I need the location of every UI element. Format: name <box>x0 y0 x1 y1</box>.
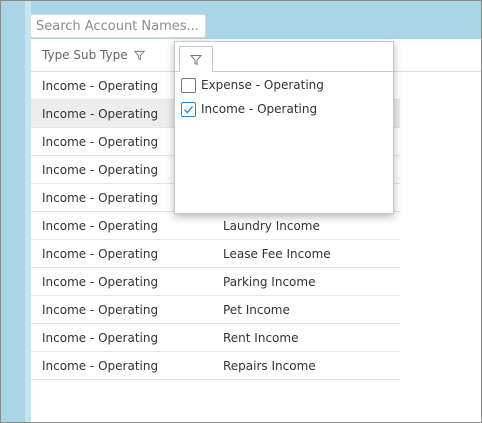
cell-account-name: Parking Income <box>223 275 316 289</box>
column-filter-popup: Expense - Operating Income - Operating <box>174 41 394 214</box>
table-row[interactable]: Income - Operating Pet Income <box>31 296 400 324</box>
column-header-type-sub-type[interactable]: Type Sub Type <box>42 48 145 62</box>
checkbox-checked[interactable] <box>181 101 196 117</box>
table-row[interactable]: Income - Operating Rent Income <box>31 324 400 352</box>
cell-type-sub-type: Income - Operating <box>42 247 159 261</box>
filter-option-label: Expense - Operating <box>201 78 324 92</box>
filter-icon <box>190 54 202 65</box>
cell-type-sub-type: Income - Operating <box>42 107 159 121</box>
cell-account-name: Repairs Income <box>223 359 316 373</box>
search-account-names-input[interactable] <box>30 14 206 38</box>
filter-option-label: Income - Operating <box>201 102 318 116</box>
checkbox-unchecked[interactable] <box>181 77 196 93</box>
cell-type-sub-type: Income - Operating <box>42 303 159 317</box>
cell-type-sub-type: Income - Operating <box>42 359 159 373</box>
cell-type-sub-type: Income - Operating <box>42 219 159 233</box>
table-row[interactable]: Income - Operating Laundry Income <box>31 212 400 240</box>
filter-icon[interactable] <box>133 50 145 61</box>
popup-tab-gap <box>180 71 212 72</box>
cell-type-sub-type: Income - Operating <box>42 135 159 149</box>
cell-type-sub-type: Income - Operating <box>42 163 159 177</box>
table-row[interactable]: Income - Operating Repairs Income <box>31 352 400 380</box>
cell-type-sub-type: Income - Operating <box>42 275 159 289</box>
cell-type-sub-type: Income - Operating <box>42 191 159 205</box>
checkmark-icon <box>184 105 194 114</box>
cell-account-name: Laundry Income <box>223 219 320 233</box>
cell-account-name: Pet Income <box>223 303 290 317</box>
cell-account-name: Lease Fee Income <box>223 247 331 261</box>
filter-tab[interactable] <box>179 46 213 72</box>
cell-type-sub-type: Income - Operating <box>42 79 159 93</box>
window-frame: Type Sub Type Income - Operating Income … <box>0 0 482 423</box>
filter-option-expense-operating[interactable]: Expense - Operating <box>181 76 324 94</box>
cell-type-sub-type: Income - Operating <box>42 331 159 345</box>
table-row[interactable]: Income - Operating Parking Income <box>31 268 400 296</box>
filter-option-income-operating[interactable]: Income - Operating <box>181 100 317 118</box>
table-row[interactable]: Income - Operating Lease Fee Income <box>31 240 400 268</box>
cell-account-name: Rent Income <box>223 331 299 345</box>
column-header-label: Type Sub Type <box>42 48 128 62</box>
